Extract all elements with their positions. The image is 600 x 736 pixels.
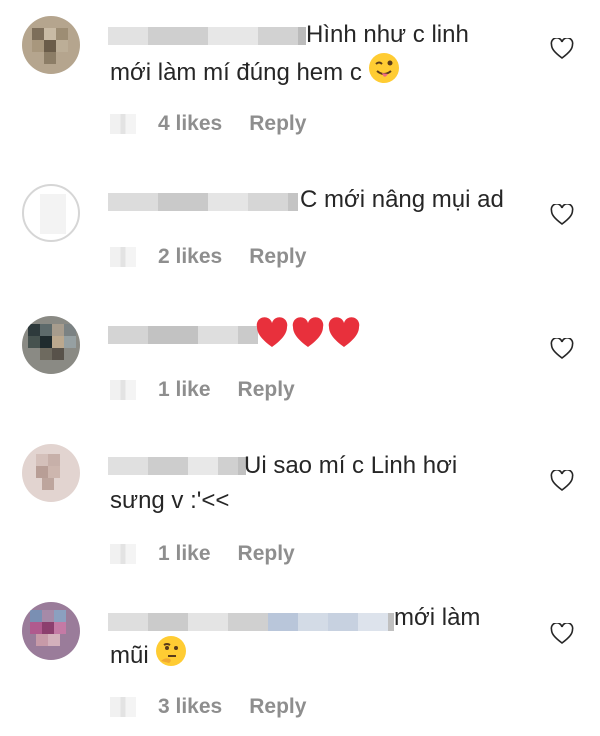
winking-tongue-emoji [368,52,400,95]
heart-icon[interactable] [550,470,574,492]
comment-meta: 4 likes Reply [110,112,306,136]
likes-count[interactable]: 4 likes [158,112,222,135]
username-blurred[interactable] [108,326,258,344]
comment: C mới nâng mụi ad 2 likes Reply [0,160,600,300]
avatar[interactable] [22,444,80,502]
reply-button[interactable]: Reply [238,378,295,401]
comment-text [256,316,362,361]
likes-count[interactable]: 1 like [158,378,211,401]
comment: 1 like Reply [0,300,600,430]
avatar[interactable] [22,184,80,242]
reply-button[interactable]: Reply [238,542,295,565]
comment-text: mới làm [394,604,481,631]
timestamp-blurred [110,697,136,718]
avatar[interactable] [22,602,80,660]
reply-button[interactable]: Reply [249,112,306,135]
thinking-face-emoji [155,635,187,678]
comment: Hình như c linh mới làm mí đúng hem c 4 … [0,0,600,160]
comment-text: Ui sao mí c Linh hơi [244,452,458,479]
username-blurred[interactable] [108,193,298,211]
reply-button[interactable]: Reply [249,695,306,718]
avatar[interactable] [22,16,80,74]
avatar[interactable] [22,316,80,374]
likes-count[interactable]: 2 likes [158,245,222,268]
comment-meta: 1 like Reply [110,378,295,402]
likes-count[interactable]: 1 like [158,542,211,565]
comment-meta: 3 likes Reply [110,695,306,719]
heart-icon[interactable] [550,204,574,226]
timestamp-blurred [110,380,136,401]
timestamp-blurred [110,247,136,268]
timestamp-blurred [110,114,136,135]
comment-text: mới làm mí đúng hem c [110,52,400,95]
comment-text: sưng v :'<< [110,487,230,514]
username-blurred[interactable] [108,457,246,475]
reply-button[interactable]: Reply [249,245,306,268]
comment-text: Hình như c linh [306,21,469,48]
comment-text: mũi [110,635,187,678]
comment-text: C mới nâng mụi ad [300,186,504,213]
heart-icon[interactable] [550,338,574,360]
username-blurred[interactable] [108,27,306,45]
comment-meta: 2 likes Reply [110,245,306,269]
three-red-hearts-emoji [256,316,362,361]
comment: Ui sao mí c Linh hơi sưng v :'<< 1 like R… [0,430,600,590]
comment-meta: 1 like Reply [110,542,295,566]
comment: mới làm mũi 3 likes Reply [0,590,600,736]
timestamp-blurred [110,544,136,565]
username-blurred[interactable] [108,613,394,631]
heart-icon[interactable] [550,623,574,645]
likes-count[interactable]: 3 likes [158,695,222,718]
heart-icon[interactable] [550,38,574,60]
